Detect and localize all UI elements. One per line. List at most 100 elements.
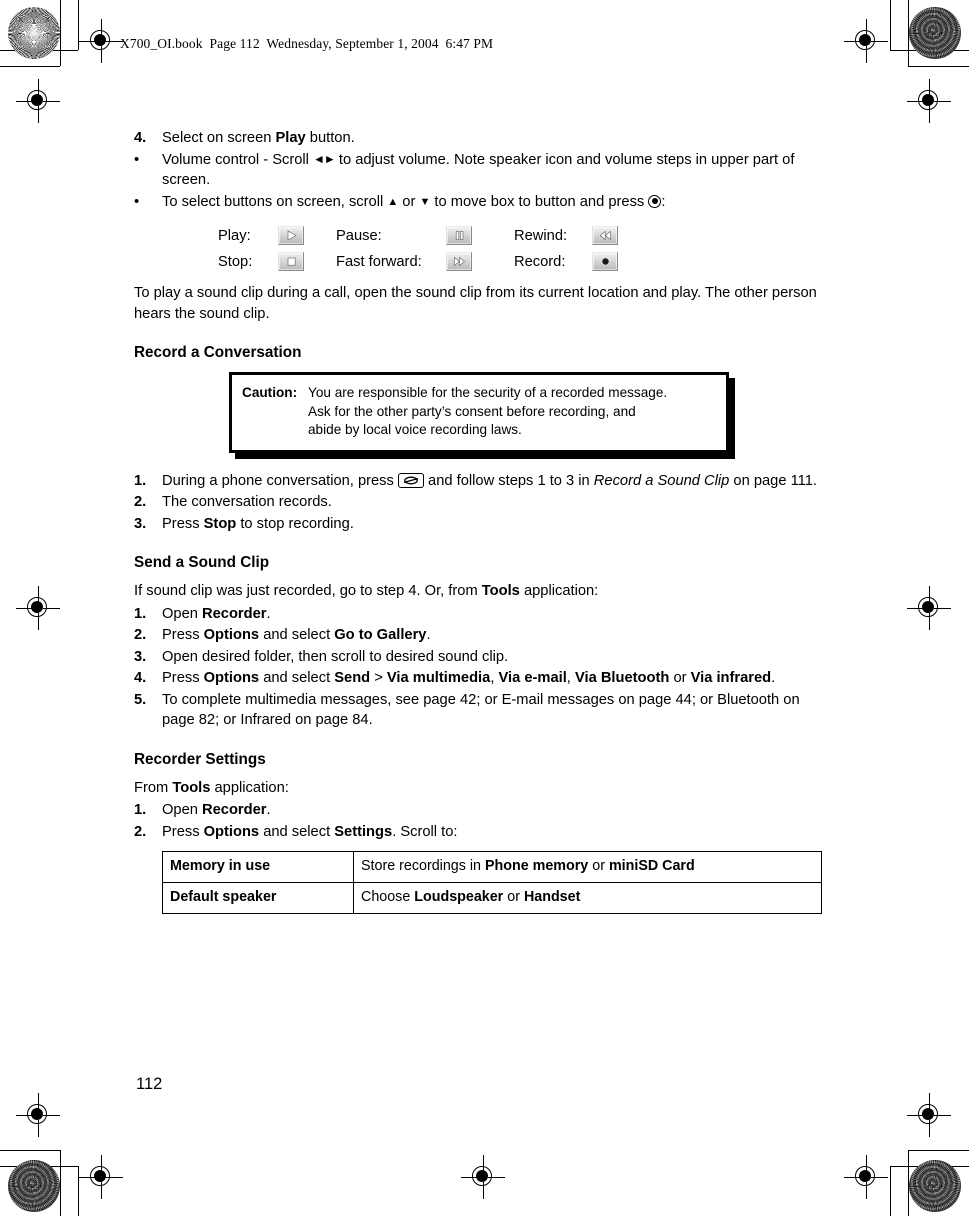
trim-line-top-outer [0,66,60,67]
halftone-starburst-patch-top-left [8,7,60,59]
left-right-arrows-icon: ◄► [313,151,336,166]
bold-term: Tools [481,583,520,599]
registration-mark-middle-right [907,586,951,630]
halftone-moire-patch-top-right [909,7,961,59]
list-marker: 2. [134,823,147,840]
record-icon [592,252,618,271]
list-item-text: Select on screen Play button. [162,128,824,149]
list-marker-bullet: • [134,193,140,210]
text-fragment: . [266,802,271,818]
heading-send-a-sound-clip: Send a Sound Clip [134,554,270,571]
play-button[interactable] [278,226,336,245]
fast-forward-button[interactable] [446,252,514,271]
table-cell-setting-name: Default speaker [162,882,354,914]
list-item-text: The conversation records. [162,494,332,510]
bold-term: Options [203,627,260,643]
list-item-text: Open Recorder. [162,604,824,625]
caution-label: Caution: [242,384,308,403]
text-fragment: and follow steps 1 to 3 in [423,472,594,489]
text-fragment: . [771,670,776,686]
stop-icon [278,252,304,271]
text-fragment: Open [162,802,203,818]
text-fragment: on page 111. [729,472,817,489]
list-item-record-step-3: 3. Press Stop to stop recording. [134,514,824,535]
text-fragment: Select on screen [162,130,276,146]
list-item-text: Volume control - Scroll ◄► to adjust vol… [162,150,824,191]
caution-spacer [242,403,308,422]
legend-label-play: Play: [218,227,251,244]
page-number: 112 [136,1075,163,1093]
legend-label-record: Record: [514,253,566,270]
recorder-settings-table: Memory in use Store recordings in Phone … [162,851,822,914]
list-item-step-4: 4. Select on screen Play button. [134,128,824,149]
list-item-text: Press Stop to stop recording. [162,514,824,535]
text-fragment: application: [210,779,289,796]
bold-term: Recorder [202,802,267,818]
list-item-text: To select buttons on screen, scroll ▲ or… [162,192,824,213]
caution-second-line: Ask for the other party’s consent before… [242,403,716,422]
bold-term: Tools [172,779,211,796]
text-fragment: Open [162,605,203,622]
bold-term: Stop [203,515,237,532]
bold-term: Via Bluetooth [574,670,670,686]
text-fragment: . [266,605,271,622]
list-marker-bullet: • [134,151,140,168]
list-item-text: During a phone conversation, press and f… [162,471,824,492]
pause-button[interactable] [446,226,514,245]
list-item-text: Open desired folder, then scroll to desi… [162,648,509,665]
list-item-text: Press Options and select Send > Via mult… [162,668,824,689]
text-fragment: or [588,858,609,874]
trim-line-bottom-outer [0,1150,60,1151]
down-arrow-icon: ▼ [419,195,431,208]
text-fragment: and select [259,627,335,643]
list-item-record-step-2: 2. The conversation records. [134,492,824,513]
caution-first-line: Caution: You are responsible for the sec… [242,384,716,403]
stop-button[interactable] [278,252,336,271]
sound-clip-paragraph: To play a sound clip during a call, open… [134,285,817,322]
text-fragment: to stop recording. [236,515,354,532]
bold-term: Loudspeaker [414,889,504,905]
record-hardware-key-icon [397,472,424,488]
heading-record-a-conversation: Record a Conversation [134,344,302,361]
registration-mark-bottom-center [461,1155,505,1199]
caution-line-3: abide by local voice recording laws. [308,422,522,437]
trim-line-bottom-right-outer [908,1150,969,1151]
list-item-text: Press Options and select Go to Gallery. [162,625,824,646]
registration-mark-lower-right [907,1093,951,1137]
text-fragment: and select [259,823,335,840]
list-marker: 4. [134,130,147,146]
up-arrow-icon: ▲ [387,195,399,208]
media-button-legend: Play: Pause: Rewind: Stop: Fast forward: [218,226,824,271]
list-item-settings-step-1: 1. Open Recorder. [134,800,824,821]
table-row: Memory in use Store recordings in Phone … [162,851,822,883]
bold-term: Send [334,670,371,686]
table-row: Default speaker Choose Loudspeaker or Ha… [162,882,822,914]
rewind-button[interactable] [592,226,632,245]
text-fragment: Volume control - Scroll [162,151,314,168]
bold-term: Via e-mail [498,670,567,686]
registration-mark-upper-left [16,79,60,123]
list-marker: 2. [134,494,147,510]
caution-third-line: abide by local voice recording laws. [242,421,716,440]
recorder-settings-intro: From Tools application: [134,778,824,799]
list-marker: 4. [134,670,147,686]
bold-term: Settings [334,823,393,840]
caution-callout: Caution: You are responsible for the sec… [229,372,735,459]
italic-reference: Record a Sound Clip [593,472,730,489]
registration-mark-top-right [844,19,888,63]
list-marker: 1. [134,802,147,818]
legend-label-stop: Stop: [218,253,253,270]
text-fragment: . [426,627,431,643]
caution-line-2: Ask for the other party’s consent before… [308,403,636,419]
text-fragment: To select buttons on screen, scroll [162,193,388,210]
text-fragment: Press [162,670,204,686]
text-fragment: Press [162,627,204,643]
list-marker: 5. [134,691,147,708]
trim-line-right-bottom-inner [890,1166,891,1216]
list-marker: 3. [134,648,147,665]
record-button[interactable] [592,252,632,271]
bold-term: Handset [523,889,581,905]
text-fragment: , [566,670,575,686]
bold-term: Options [203,823,260,840]
registration-mark-lower-left [16,1093,60,1137]
